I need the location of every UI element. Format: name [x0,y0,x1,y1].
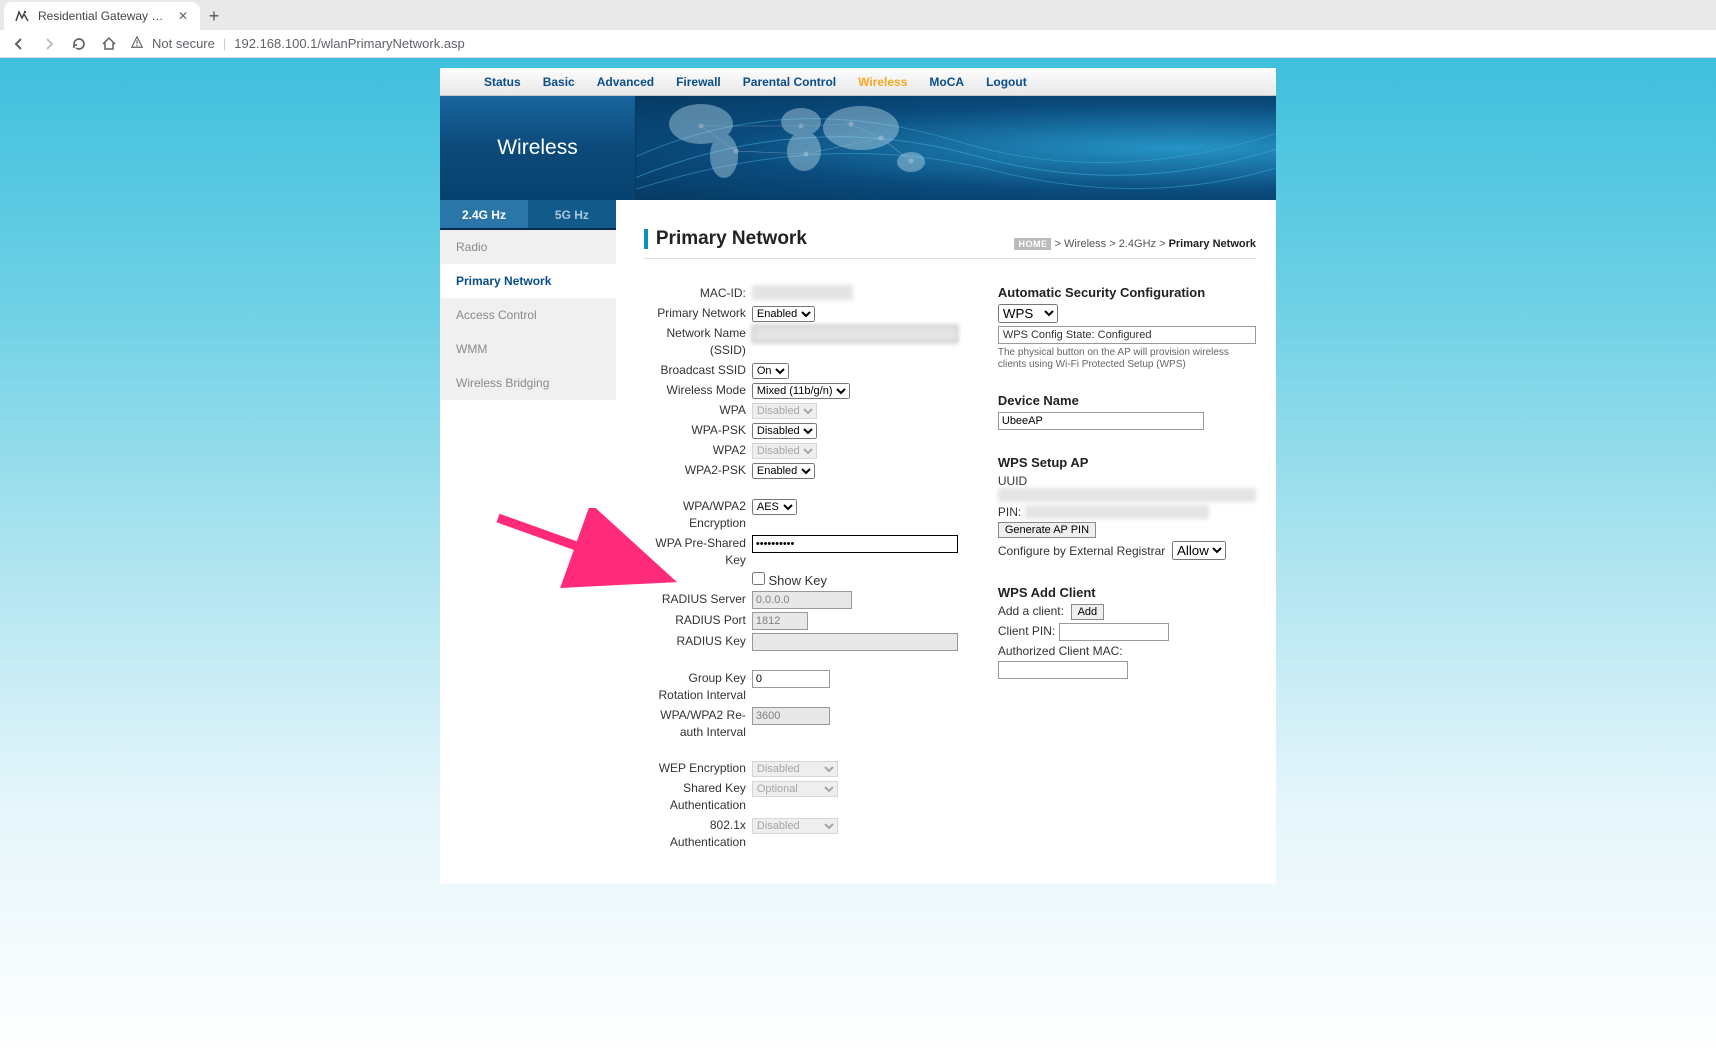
banner-title: Wireless [497,136,578,160]
label-encryption: WPA/WPA2 Encryption [644,498,752,532]
input-radius-port [752,612,808,630]
label-radius-port: RADIUS Port [644,612,752,629]
nav-advanced[interactable]: Advanced [597,75,654,89]
select-wep: Disabled [752,761,838,777]
label-radius-server: RADIUS Server [644,591,752,608]
input-reauth [752,707,830,725]
sidebar-item-primary-network[interactable]: Primary Network [440,264,616,298]
nav-moca[interactable]: MoCA [929,75,964,89]
top-nav: Status Basic Advanced Firewall Parental … [440,68,1276,96]
select-config-ext[interactable]: Allow [1172,541,1226,560]
label-wpa2: WPA2 [644,442,752,459]
favicon-icon [14,8,30,24]
value-uuid: XXXXXXXX XXXXXXXXXXXXXXXXXXXXXXX [998,488,1256,502]
select-encryption[interactable]: AES [752,499,797,515]
wps-config-state: WPS Config State: Configured [998,326,1256,344]
checkbox-show-key[interactable]: Show Key [752,573,827,588]
label-wpa: WPA [644,402,752,419]
label-wireless-mode: Wireless Mode [644,382,752,399]
side-menu: Radio Primary Network Access Control WMM… [440,230,616,400]
reload-icon[interactable] [70,35,88,53]
browser-tab[interactable]: Residential Gateway Configuratio ✕ [4,2,200,30]
label-dot1x: 802.1x Authentication [644,817,752,851]
heading-asc: Automatic Security Configuration [998,285,1256,300]
input-ssid[interactable] [752,325,958,343]
close-icon[interactable]: ✕ [176,9,190,23]
label-psk: WPA Pre-Shared Key [644,535,752,569]
sidebar-item-wireless-bridging[interactable]: Wireless Bridging [440,366,616,400]
tab-2-4ghz[interactable]: 2.4G Hz [440,200,528,230]
back-icon[interactable] [10,35,28,53]
select-asc[interactable]: WPS [998,304,1058,323]
select-broadcast-ssid[interactable]: On [752,363,789,379]
input-client-pin[interactable] [1059,623,1169,641]
input-psk[interactable] [752,535,958,553]
label-config-ext: Configure by External Registrar [998,544,1165,558]
button-generate-pin[interactable]: Generate AP PIN [998,522,1096,538]
label-wpa-psk: WPA-PSK [644,422,752,439]
label-auth-mac: Authorized Client MAC: [998,644,1123,658]
label-wpa2-psk: WPA2-PSK [644,462,752,479]
label-client-pin: Client PIN: [998,624,1055,638]
nav-firewall[interactable]: Firewall [676,75,721,89]
select-wpa: Disabled [752,403,817,419]
label-pin: PIN: [998,505,1021,519]
nav-basic[interactable]: Basic [543,75,575,89]
nav-logout[interactable]: Logout [986,75,1027,89]
value-pin: XXXXXXXXXXXXXXXXXXXXXXX [1025,505,1209,519]
select-primary-network[interactable]: Enabled [752,306,815,322]
banner: Wireless [440,96,1276,200]
not-secure-label: Not secure [152,36,215,51]
input-radius-key [752,633,958,651]
input-radius-server [752,591,852,609]
button-add-client[interactable]: Add [1071,604,1105,620]
new-tab-button[interactable]: + [200,2,228,30]
label-gkri: Group Key Rotation Interval [644,670,752,704]
banner-graphic [636,96,1276,200]
heading-wps-add-client: WPS Add Client [998,585,1256,600]
forward-icon[interactable] [40,35,58,53]
select-wireless-mode[interactable]: Mixed (11b/g/n) [752,383,850,399]
heading-wps-setup: WPS Setup AP [998,455,1256,470]
select-skauth: Optional [752,781,838,797]
tab-5ghz[interactable]: 5G Hz [528,200,616,230]
select-dot1x: Disabled [752,818,838,834]
label-broadcast-ssid: Broadcast SSID [644,362,752,379]
label-mac-id: MAC-ID: [644,285,752,302]
input-gkri[interactable] [752,670,830,688]
select-wpa-psk[interactable]: Disabled [752,423,817,439]
label-radius-key: RADIUS Key [644,633,752,650]
home-icon[interactable] [100,35,118,53]
nav-status[interactable]: Status [484,75,521,89]
select-wpa2-psk[interactable]: Enabled [752,463,815,479]
tab-title: Residential Gateway Configuratio [38,9,168,23]
url-text[interactable]: 192.168.100.1/wlanPrimaryNetwork.asp [234,36,465,51]
page-title: Primary Network [644,228,807,250]
nav-parental[interactable]: Parental Control [743,75,836,89]
sidebar-item-radio[interactable]: Radio [440,230,616,264]
select-wpa2: Disabled [752,443,817,459]
label-uuid: UUID [998,474,1027,488]
breadcrumb: HOME > Wireless > 2.4GHz > Primary Netwo… [1014,238,1256,250]
input-auth-mac[interactable] [998,661,1128,679]
value-mac-id: XX XX XX XX XX [752,285,853,300]
page-body: Status Basic Advanced Firewall Parental … [0,58,1716,1058]
not-secure-icon[interactable] [130,35,144,52]
sidebar-item-wmm[interactable]: WMM [440,332,616,366]
heading-device-name: Device Name [998,393,1256,408]
label-reauth: WPA/WPA2 Re-auth Interval [644,707,752,741]
label-primary-network: Primary Network [644,305,752,322]
label-skauth: Shared Key Authentication [644,780,752,814]
label-ssid: Network Name (SSID) [644,325,752,359]
browser-chrome: Residential Gateway Configuratio ✕ + Not… [0,0,1716,58]
label-wep: WEP Encryption [644,760,752,777]
nav-wireless[interactable]: Wireless [858,75,907,89]
input-device-name[interactable] [998,412,1204,430]
sidebar-item-access-control[interactable]: Access Control [440,298,616,332]
label-add-client: Add a client: [998,604,1064,618]
help-text: The physical button on the AP will provi… [998,347,1256,371]
